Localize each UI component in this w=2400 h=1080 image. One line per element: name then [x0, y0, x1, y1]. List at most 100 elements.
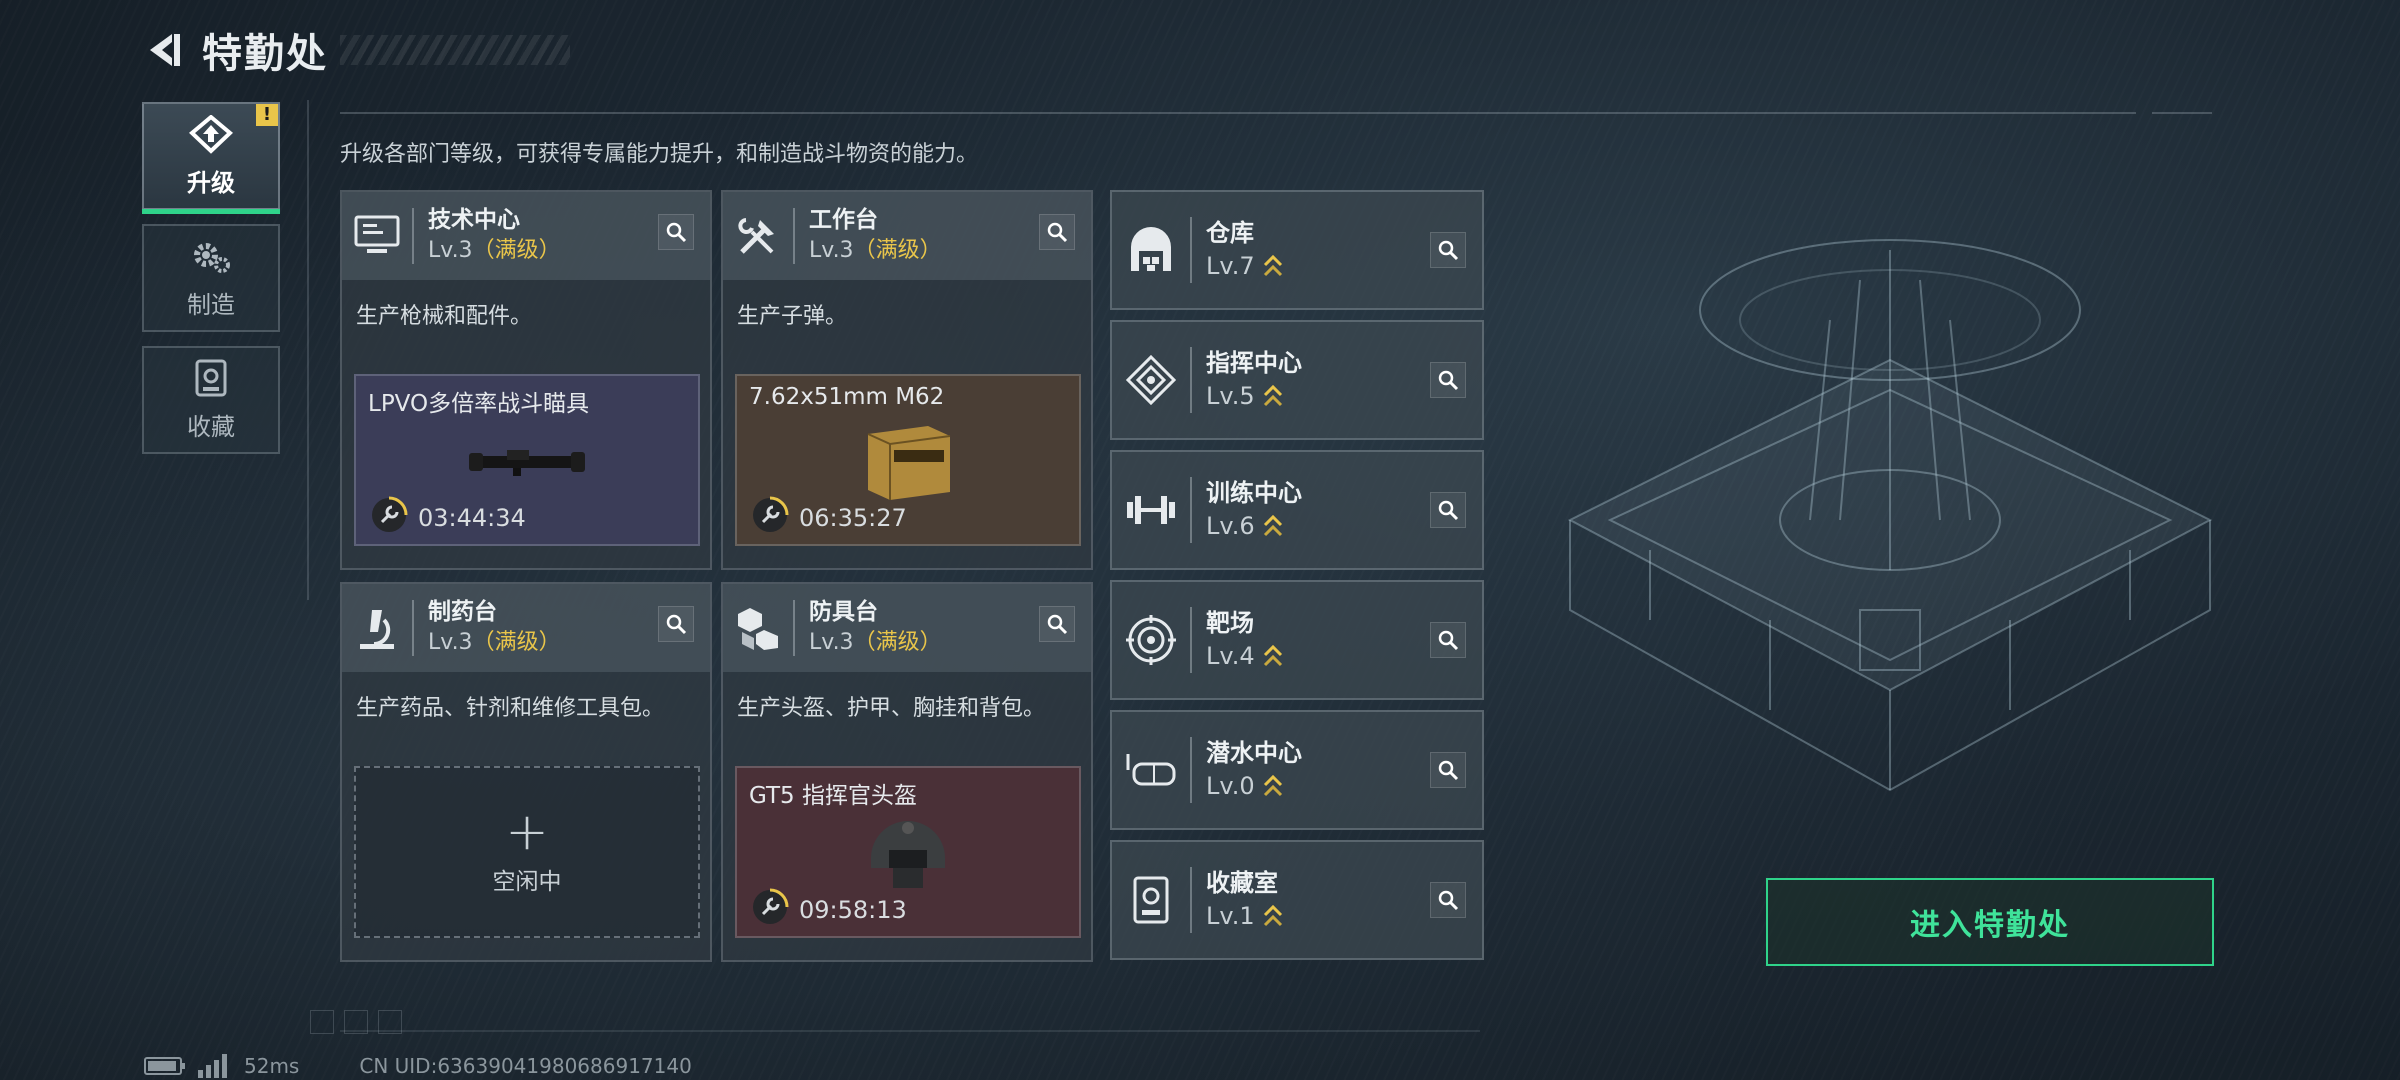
card-level: Lv.3（满级）: [428, 627, 561, 659]
facility-row-collection-room[interactable]: 收藏室 Lv.1: [1110, 840, 1484, 960]
slot-item-name: LPVO多倍率战斗瞄具: [368, 391, 590, 417]
max-level-label: （满级）: [472, 238, 561, 263]
divider: [1190, 477, 1192, 543]
alert-badge: !: [256, 104, 278, 126]
sidebar-item-label: 制造: [187, 290, 235, 319]
card-icon-wrap: [723, 192, 793, 280]
sidebar-item-label: 收藏: [187, 412, 235, 441]
inspect-button[interactable]: [658, 606, 694, 642]
row-title-block: 仓库 Lv.7: [1206, 217, 1283, 283]
inspect-button[interactable]: [1430, 232, 1466, 268]
divider: [307, 100, 309, 600]
collection-icon: [1133, 876, 1169, 924]
facility-card-workbench[interactable]: 工作台 Lv.3（满级） 生产子弹。 7.62x51mm M62 06:35:2…: [721, 190, 1093, 570]
enter-facility-button[interactable]: 进入特勤处: [1766, 878, 2214, 966]
divider: [1190, 607, 1192, 673]
row-level: Lv.1: [1206, 899, 1283, 933]
helmet-image: [871, 821, 945, 888]
sidebar-item-upgrade[interactable]: ! 升级: [142, 102, 280, 214]
signal-icon: [198, 1054, 227, 1078]
inspect-button[interactable]: [1039, 606, 1075, 642]
computer-icon: [354, 215, 400, 253]
ping-value: 52ms: [244, 1054, 300, 1078]
card-description: 生产子弹。: [737, 304, 848, 329]
search-icon: [666, 614, 687, 635]
level-value: Lv.1: [1206, 902, 1255, 930]
facility-row-shooting-range[interactable]: 靶场 Lv.4: [1110, 580, 1484, 700]
divider: [1190, 217, 1192, 283]
facility-card-tech-center[interactable]: 技术中心 Lv.3（满级） 生产枪械和配件。 LPVO多倍率战斗瞄具 03:44…: [340, 190, 712, 570]
inspect-button[interactable]: [1430, 752, 1466, 788]
card-name: 防具台: [809, 599, 878, 625]
search-icon: [1047, 614, 1068, 635]
header: 特勤处: [140, 22, 570, 78]
target-icon: [1126, 615, 1176, 665]
card-level: Lv.3（满级）: [428, 235, 561, 267]
page-title: 特勤处: [202, 31, 328, 77]
card-description: 生产枪械和配件。: [356, 304, 533, 329]
page-description: 升级各部门等级，可获得专属能力提升，和制造战斗物资的能力。: [340, 142, 979, 167]
row-name: 潜水中心: [1206, 739, 1302, 767]
back-button[interactable]: [140, 26, 188, 74]
search-icon: [1438, 760, 1459, 781]
divider: [340, 1030, 1480, 1032]
card-description: 生产药品、针剂和维修工具包。: [356, 696, 665, 721]
decoration: [310, 1010, 334, 1034]
slot-timer: 06:35:27: [799, 504, 907, 532]
inspect-button[interactable]: [1430, 362, 1466, 398]
card-icon-wrap: [723, 584, 793, 672]
upgrade-chevron-icon: [1263, 384, 1282, 407]
inspect-button[interactable]: [1039, 214, 1075, 250]
level-value: Lv.3: [809, 630, 854, 655]
sidebar: ! 升级 制造 收藏: [142, 102, 280, 468]
production-slot[interactable]: 7.62x51mm M62 06:35:27: [735, 374, 1081, 546]
inspect-button[interactable]: [1430, 622, 1466, 658]
search-icon: [1047, 222, 1068, 243]
search-icon: [1438, 890, 1459, 911]
production-slot[interactable]: LPVO多倍率战斗瞄具 03:44:34: [354, 374, 700, 546]
warehouse-icon: [1131, 227, 1171, 271]
card-name: 工作台: [809, 207, 878, 233]
level-value: Lv.0: [1206, 772, 1255, 800]
level-value: Lv.3: [809, 238, 854, 263]
sidebar-item-craft[interactable]: 制造: [142, 224, 280, 332]
empty-production-slot[interactable]: + 空闲中: [354, 766, 700, 938]
inspect-button[interactable]: [1430, 492, 1466, 528]
facility-card-armor-bench[interactable]: 防具台 Lv.3（满级） 生产头盔、护甲、胸挂和背包。 GT5 指挥官头盔 09…: [721, 582, 1093, 962]
row-title-block: 训练中心 Lv.6: [1206, 477, 1302, 543]
search-icon: [666, 222, 687, 243]
production-slot[interactable]: GT5 指挥官头盔 09:58:13: [735, 766, 1081, 938]
facility-card-pharmacy[interactable]: 制药台 Lv.3（满级） 生产药品、针剂和维修工具包。 + 空闲中: [340, 582, 712, 962]
card-title-block: 防具台 Lv.3（满级）: [809, 597, 942, 659]
upgrade-chevron-icon: [1263, 774, 1282, 797]
back-arrow-icon: [150, 34, 180, 66]
divider: [412, 600, 414, 656]
idle-label: 空闲中: [492, 869, 562, 895]
inspect-button[interactable]: [658, 214, 694, 250]
battery-icon: [144, 1057, 185, 1075]
divider: [1190, 347, 1192, 413]
level-value: Lv.6: [1206, 512, 1255, 540]
divider: [1190, 737, 1192, 803]
row-level: Lv.7: [1206, 249, 1283, 283]
ammo-box-image: [867, 426, 951, 500]
upgrade-icon: [188, 114, 234, 154]
divider: [1190, 867, 1192, 933]
sidebar-item-label: 升级: [187, 168, 235, 197]
row-title-block: 指挥中心 Lv.5: [1206, 347, 1302, 413]
card-description: 生产头盔、护甲、胸挂和背包。: [737, 696, 1046, 721]
wrench-timer-icon: [372, 496, 408, 532]
inspect-button[interactable]: [1430, 882, 1466, 918]
row-title-block: 潜水中心 Lv.0: [1206, 737, 1302, 803]
microscope-icon: [360, 610, 394, 649]
search-icon: [1438, 370, 1459, 391]
sidebar-item-collection[interactable]: 收藏: [142, 346, 280, 454]
card-icon-wrap: [342, 584, 412, 672]
facility-row-warehouse[interactable]: 仓库 Lv.7: [1110, 190, 1484, 310]
facility-row-training-center[interactable]: 训练中心 Lv.6: [1110, 450, 1484, 570]
card-name: 制药台: [428, 599, 497, 625]
search-icon: [1438, 500, 1459, 521]
facility-row-command-center[interactable]: 指挥中心 Lv.5: [1110, 320, 1484, 440]
facility-row-diving-center[interactable]: 潜水中心 Lv.0: [1110, 710, 1484, 830]
status-bar: 52ms CN UID:636390419806869171​40: [144, 1054, 692, 1078]
